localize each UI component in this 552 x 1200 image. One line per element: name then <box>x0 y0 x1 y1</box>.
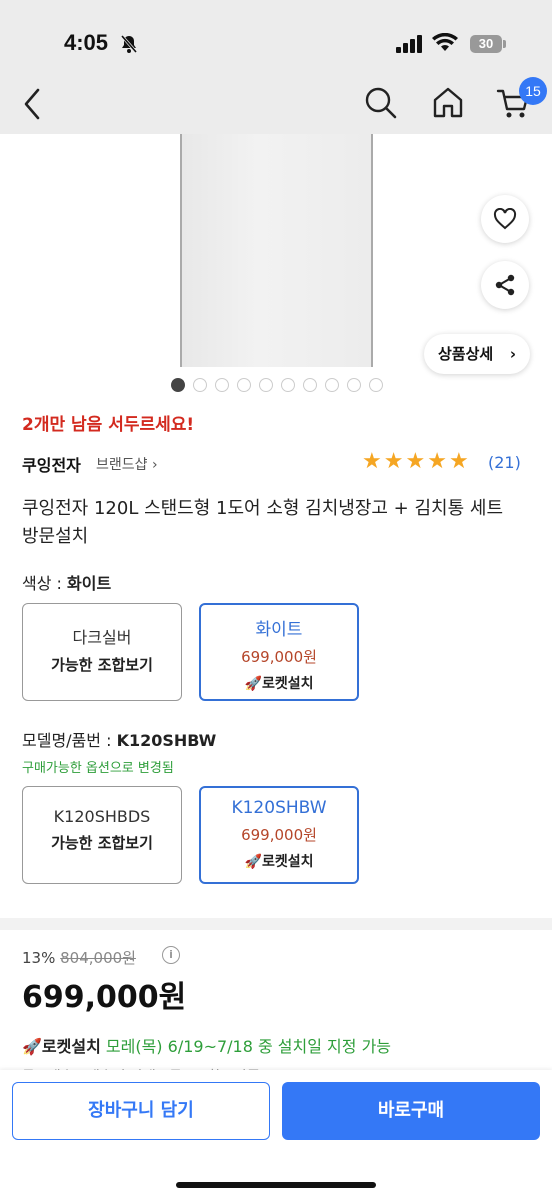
status-bar: 4:05 30 <box>0 0 552 70</box>
delivery-info: 🚀로켓설치 모레(목) 6/19~7/18 중 설치일 지정 가능 <box>22 1033 391 1057</box>
model-option-label: 모델명/품번 : K120SHBW <box>22 727 216 751</box>
model-label-text: 모델명/품번 : <box>22 731 117 750</box>
carousel-dot[interactable] <box>193 378 207 392</box>
option-combo-link: 가능한 조합보기 <box>51 656 153 674</box>
option-name: 화이트 <box>255 620 303 640</box>
back-arrow-icon[interactable] <box>22 88 44 120</box>
carousel-dot[interactable] <box>303 378 317 392</box>
bell-muted-icon <box>120 35 138 53</box>
rocket-install-label: 로켓설치 <box>41 1037 101 1056</box>
delivery-date-text: 모레(목) 6/19~7/18 중 설치일 지정 가능 <box>105 1037 392 1056</box>
star-icon: ★ <box>405 449 426 474</box>
color-option-white[interactable]: 화이트 699,000원 🚀로켓설치 <box>199 603 359 701</box>
carousel-dot[interactable] <box>347 378 361 392</box>
option-price: 699,000원 <box>241 648 317 666</box>
section-divider <box>0 918 552 930</box>
buy-now-button[interactable]: 바로구매 <box>282 1082 540 1140</box>
option-changed-note: 구매가능한 옵션으로 변경됨 <box>22 761 174 776</box>
color-option-darksilver[interactable]: 다크실버 가능한 조합보기 <box>22 603 182 701</box>
share-button[interactable] <box>481 261 529 309</box>
brand-shop-label: 브랜드샵 <box>96 457 148 473</box>
product-title: 쿠잉전자 120L 스탠드형 1도어 소형 김치냉장고 + 김치통 세트 방문설… <box>22 498 504 547</box>
rocket-label: 로켓설치 <box>261 676 314 692</box>
option-combo-link: 가능한 조합보기 <box>51 834 153 852</box>
rocket-icon: 🚀 <box>244 854 262 870</box>
rocket-label: 로켓설치 <box>261 854 314 870</box>
carousel-dot[interactable] <box>369 378 383 392</box>
star-icon: ★ <box>362 449 382 474</box>
carousel-dot[interactable] <box>171 378 185 392</box>
option-name: K120SHBW <box>231 798 327 818</box>
wishlist-button[interactable] <box>481 195 529 243</box>
star-icon: ★ <box>448 449 469 474</box>
discount-rate: 13% <box>22 949 56 967</box>
brand-name[interactable]: 쿠잉전자 <box>22 452 81 476</box>
option-name: 다크실버 <box>72 628 132 647</box>
color-selected-value: 화이트 <box>67 574 112 593</box>
rocket-icon: 🚀 <box>244 676 262 692</box>
carousel-dot[interactable] <box>259 378 273 392</box>
heart-icon <box>493 208 517 230</box>
carousel-dot[interactable] <box>237 378 251 392</box>
color-option-label: 색상 : 화이트 <box>22 570 111 594</box>
home-icon[interactable] <box>432 86 464 120</box>
battery-icon <box>503 40 506 48</box>
product-detail-label: 상품상세 <box>438 345 494 363</box>
original-price: 804,000원 <box>60 949 136 967</box>
search-icon[interactable] <box>364 86 398 120</box>
cart-count-badge: 15 <box>519 77 547 105</box>
carousel-dot[interactable] <box>281 378 295 392</box>
color-label-text: 색상 : <box>22 574 68 593</box>
product-detail-button[interactable]: 상품상세 › <box>424 334 530 374</box>
option-rocket-install: 🚀로켓설치 <box>201 851 357 871</box>
top-nav-bar <box>0 70 552 134</box>
star-icon: ★ <box>427 449 447 474</box>
carousel-dot[interactable] <box>325 378 339 392</box>
bottom-action-bar: 장바구니 담기 바로구매 <box>0 1070 552 1200</box>
option-price: 699,000원 <box>241 826 317 844</box>
chevron-right-icon: › <box>509 345 516 363</box>
sale-price: 699,000원 <box>22 980 187 1015</box>
chevron-right-icon: › <box>147 457 158 473</box>
status-time: 4:05 <box>64 30 109 55</box>
star-icon: ★ <box>383 449 404 474</box>
stock-urgency-text: 2개만 남음 서두르세요! <box>22 415 195 435</box>
discount-row: 13% 804,000원 <box>22 947 136 968</box>
model-selected-value: K120SHBW <box>116 731 217 750</box>
share-icon <box>495 274 515 296</box>
product-image <box>180 134 373 367</box>
info-icon[interactable]: i <box>162 946 180 964</box>
add-to-cart-button[interactable]: 장바구니 담기 <box>12 1082 270 1140</box>
wifi-icon <box>432 33 458 51</box>
rocket-icon: 🚀 <box>22 1037 42 1056</box>
carousel-indicator <box>171 378 383 392</box>
option-name: K120SHBDS <box>53 807 151 826</box>
rating-stars[interactable]: ★ ★ ★ ★ ★ <box>362 451 469 473</box>
cellular-signal-icon <box>396 35 422 53</box>
carousel-dot[interactable] <box>215 378 229 392</box>
model-option-k120shbw[interactable]: K120SHBW 699,000원 🚀로켓설치 <box>199 786 359 884</box>
model-option-k120shbds[interactable]: K120SHBDS 가능한 조합보기 <box>22 786 182 884</box>
option-rocket-install: 🚀로켓설치 <box>201 673 357 693</box>
review-count[interactable]: (21) <box>488 453 521 472</box>
battery-level: 30 <box>470 35 502 53</box>
brand-shop-link[interactable]: 브랜드샵 › <box>96 454 158 474</box>
home-indicator <box>176 1182 376 1188</box>
